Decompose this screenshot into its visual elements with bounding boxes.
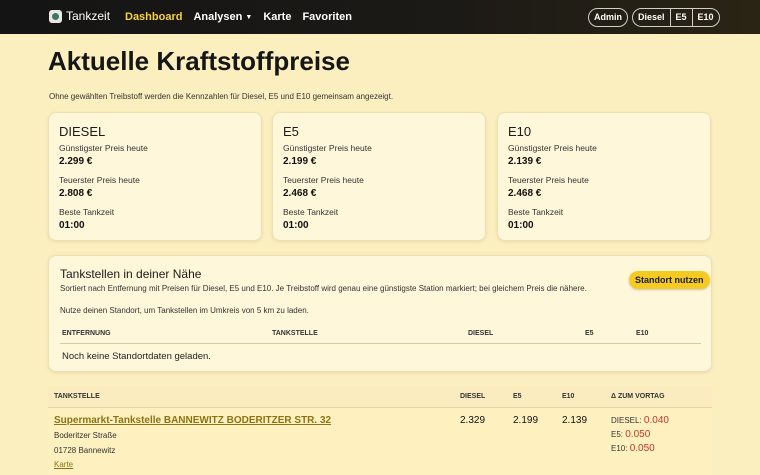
nav-dashboard[interactable]: Dashboard — [125, 11, 182, 23]
col-e10[interactable]: E10 — [636, 330, 648, 337]
nav-favoriten[interactable]: Favoriten — [302, 11, 352, 23]
use-location-button[interactable]: Standort nutzen — [629, 271, 710, 289]
nearby-title: Tankstellen in deiner Nähe — [60, 267, 202, 281]
cheapest-label: Günstigster Preis heute — [283, 143, 372, 153]
col-diesel[interactable]: DIESEL — [468, 330, 493, 337]
fuel-logo-icon — [49, 9, 62, 23]
priciest-value: 2.808 € — [59, 188, 93, 199]
fuel-e10-button[interactable]: E10 — [691, 9, 719, 26]
nav-analysen-label: Analysen — [193, 11, 243, 23]
intro-text: Ohne gewählten Treibstoff werden die Ken… — [49, 92, 394, 101]
nav-karte[interactable]: Karte — [263, 11, 291, 23]
delta-label: E5: — [611, 430, 624, 439]
delta-label: DIESEL: — [611, 416, 642, 425]
nearby-stations-panel: Tankstellen in deiner Nähe Sortiert nach… — [48, 255, 712, 372]
priciest-value: 2.468 € — [508, 188, 542, 199]
col-diesel[interactable]: DIESEL — [460, 393, 485, 400]
priciest-value: 2.468 € — [283, 188, 317, 199]
nearby-empty-message: Noch keine Standortdaten geladen. — [62, 351, 211, 362]
cheapest-value: 2.299 € — [59, 156, 93, 167]
admin-button[interactable]: Admin — [588, 8, 628, 27]
col-station[interactable]: TANKSTELLE — [54, 393, 100, 400]
nearby-table: ENTFERNUNG TANKSTELLE DIESEL E5 E10 Noch… — [60, 324, 701, 364]
card-title: DIESEL — [59, 124, 106, 139]
card-title: E10 — [508, 124, 532, 139]
col-e10[interactable]: E10 — [562, 393, 574, 400]
brand[interactable]: Tankzeit — [49, 9, 110, 23]
delta-label: E10: — [611, 444, 628, 453]
price-diesel: 2.329 — [460, 415, 486, 426]
delta-value: 0.050 — [629, 443, 655, 454]
nearby-table-header: ENTFERNUNG TANKSTELLE DIESEL E5 E10 — [60, 324, 701, 344]
nearby-description: Sortiert nach Entfernung mit Preisen für… — [60, 284, 587, 293]
page-title: Aktuelle Kraftstoffpreise — [48, 46, 350, 76]
best-time-label: Beste Tankzeit — [508, 207, 564, 217]
price-e10: 2.139 — [562, 415, 588, 426]
cheapest-value: 2.199 € — [283, 156, 317, 167]
cheapest-label: Günstigster Preis heute — [508, 143, 597, 153]
best-time-label: Beste Tankzeit — [59, 207, 115, 217]
card-e5: E5 Günstigster Preis heute 2.199 € Teuer… — [272, 112, 486, 241]
navbar: Tankzeit Dashboard Analysen ▼ Karte Favor… — [0, 0, 760, 34]
station-map-link[interactable]: Karte — [54, 460, 73, 469]
table-row: Supermarkt-Tankstelle BANNEWITZ BODERITZ… — [48, 408, 712, 475]
best-time-value: 01:00 — [283, 220, 309, 231]
delta-value: 0.050 — [625, 429, 651, 440]
priciest-label: Teuerster Preis heute — [59, 175, 140, 185]
fuel-toggle-group: Diesel E5 E10 — [632, 8, 720, 27]
delta-e5: E5: 0.050 — [611, 429, 650, 440]
fuel-e5-button[interactable]: E5 — [669, 9, 692, 26]
col-delta[interactable]: Δ ZUM VORTAG — [611, 393, 665, 400]
station-city: 01728 Bannewitz — [54, 446, 116, 455]
card-diesel: DIESEL Günstigster Preis heute 2.299 € T… — [48, 112, 262, 241]
col-station[interactable]: TANKSTELLE — [272, 330, 318, 337]
station-street: Boderitzer Straße — [54, 431, 117, 440]
stations-table-header: TANKSTELLE DIESEL E5 E10 Δ ZUM VORTAG — [48, 386, 712, 408]
cheapest-value: 2.139 € — [508, 156, 542, 167]
delta-e10: E10: 0.050 — [611, 443, 655, 454]
priciest-label: Teuerster Preis heute — [283, 175, 364, 185]
card-e10: E10 Günstigster Preis heute 2.139 € Teue… — [497, 112, 711, 241]
brand-name: Tankzeit — [66, 9, 111, 23]
fuel-diesel-button[interactable]: Diesel — [633, 9, 670, 26]
best-time-value: 01:00 — [508, 220, 534, 231]
cheapest-label: Günstigster Preis heute — [59, 143, 148, 153]
nearby-hint: Nutze deinen Standort, um Tankstellen im… — [60, 306, 309, 315]
best-time-label: Beste Tankzeit — [283, 207, 339, 217]
col-e5[interactable]: E5 — [513, 393, 522, 400]
price-e5: 2.199 — [513, 415, 539, 426]
col-e5[interactable]: E5 — [585, 330, 594, 337]
col-distance[interactable]: ENTFERNUNG — [62, 330, 111, 337]
station-name-link[interactable]: Supermarkt-Tankstelle BANNEWITZ BODERITZ… — [54, 415, 331, 426]
priciest-label: Teuerster Preis heute — [508, 175, 589, 185]
caret-down-icon: ▼ — [245, 14, 253, 21]
delta-value: 0.040 — [643, 415, 669, 426]
stations-table: TANKSTELLE DIESEL E5 E10 Δ ZUM VORTAG Su… — [48, 386, 712, 475]
delta-diesel: DIESEL: 0.040 — [611, 415, 669, 426]
nav-analysen[interactable]: Analysen ▼ — [193, 11, 252, 23]
best-time-value: 01:00 — [59, 220, 85, 231]
nav-links: Dashboard Analysen ▼ Karte Favoriten — [125, 11, 363, 23]
card-title: E5 — [283, 124, 299, 139]
